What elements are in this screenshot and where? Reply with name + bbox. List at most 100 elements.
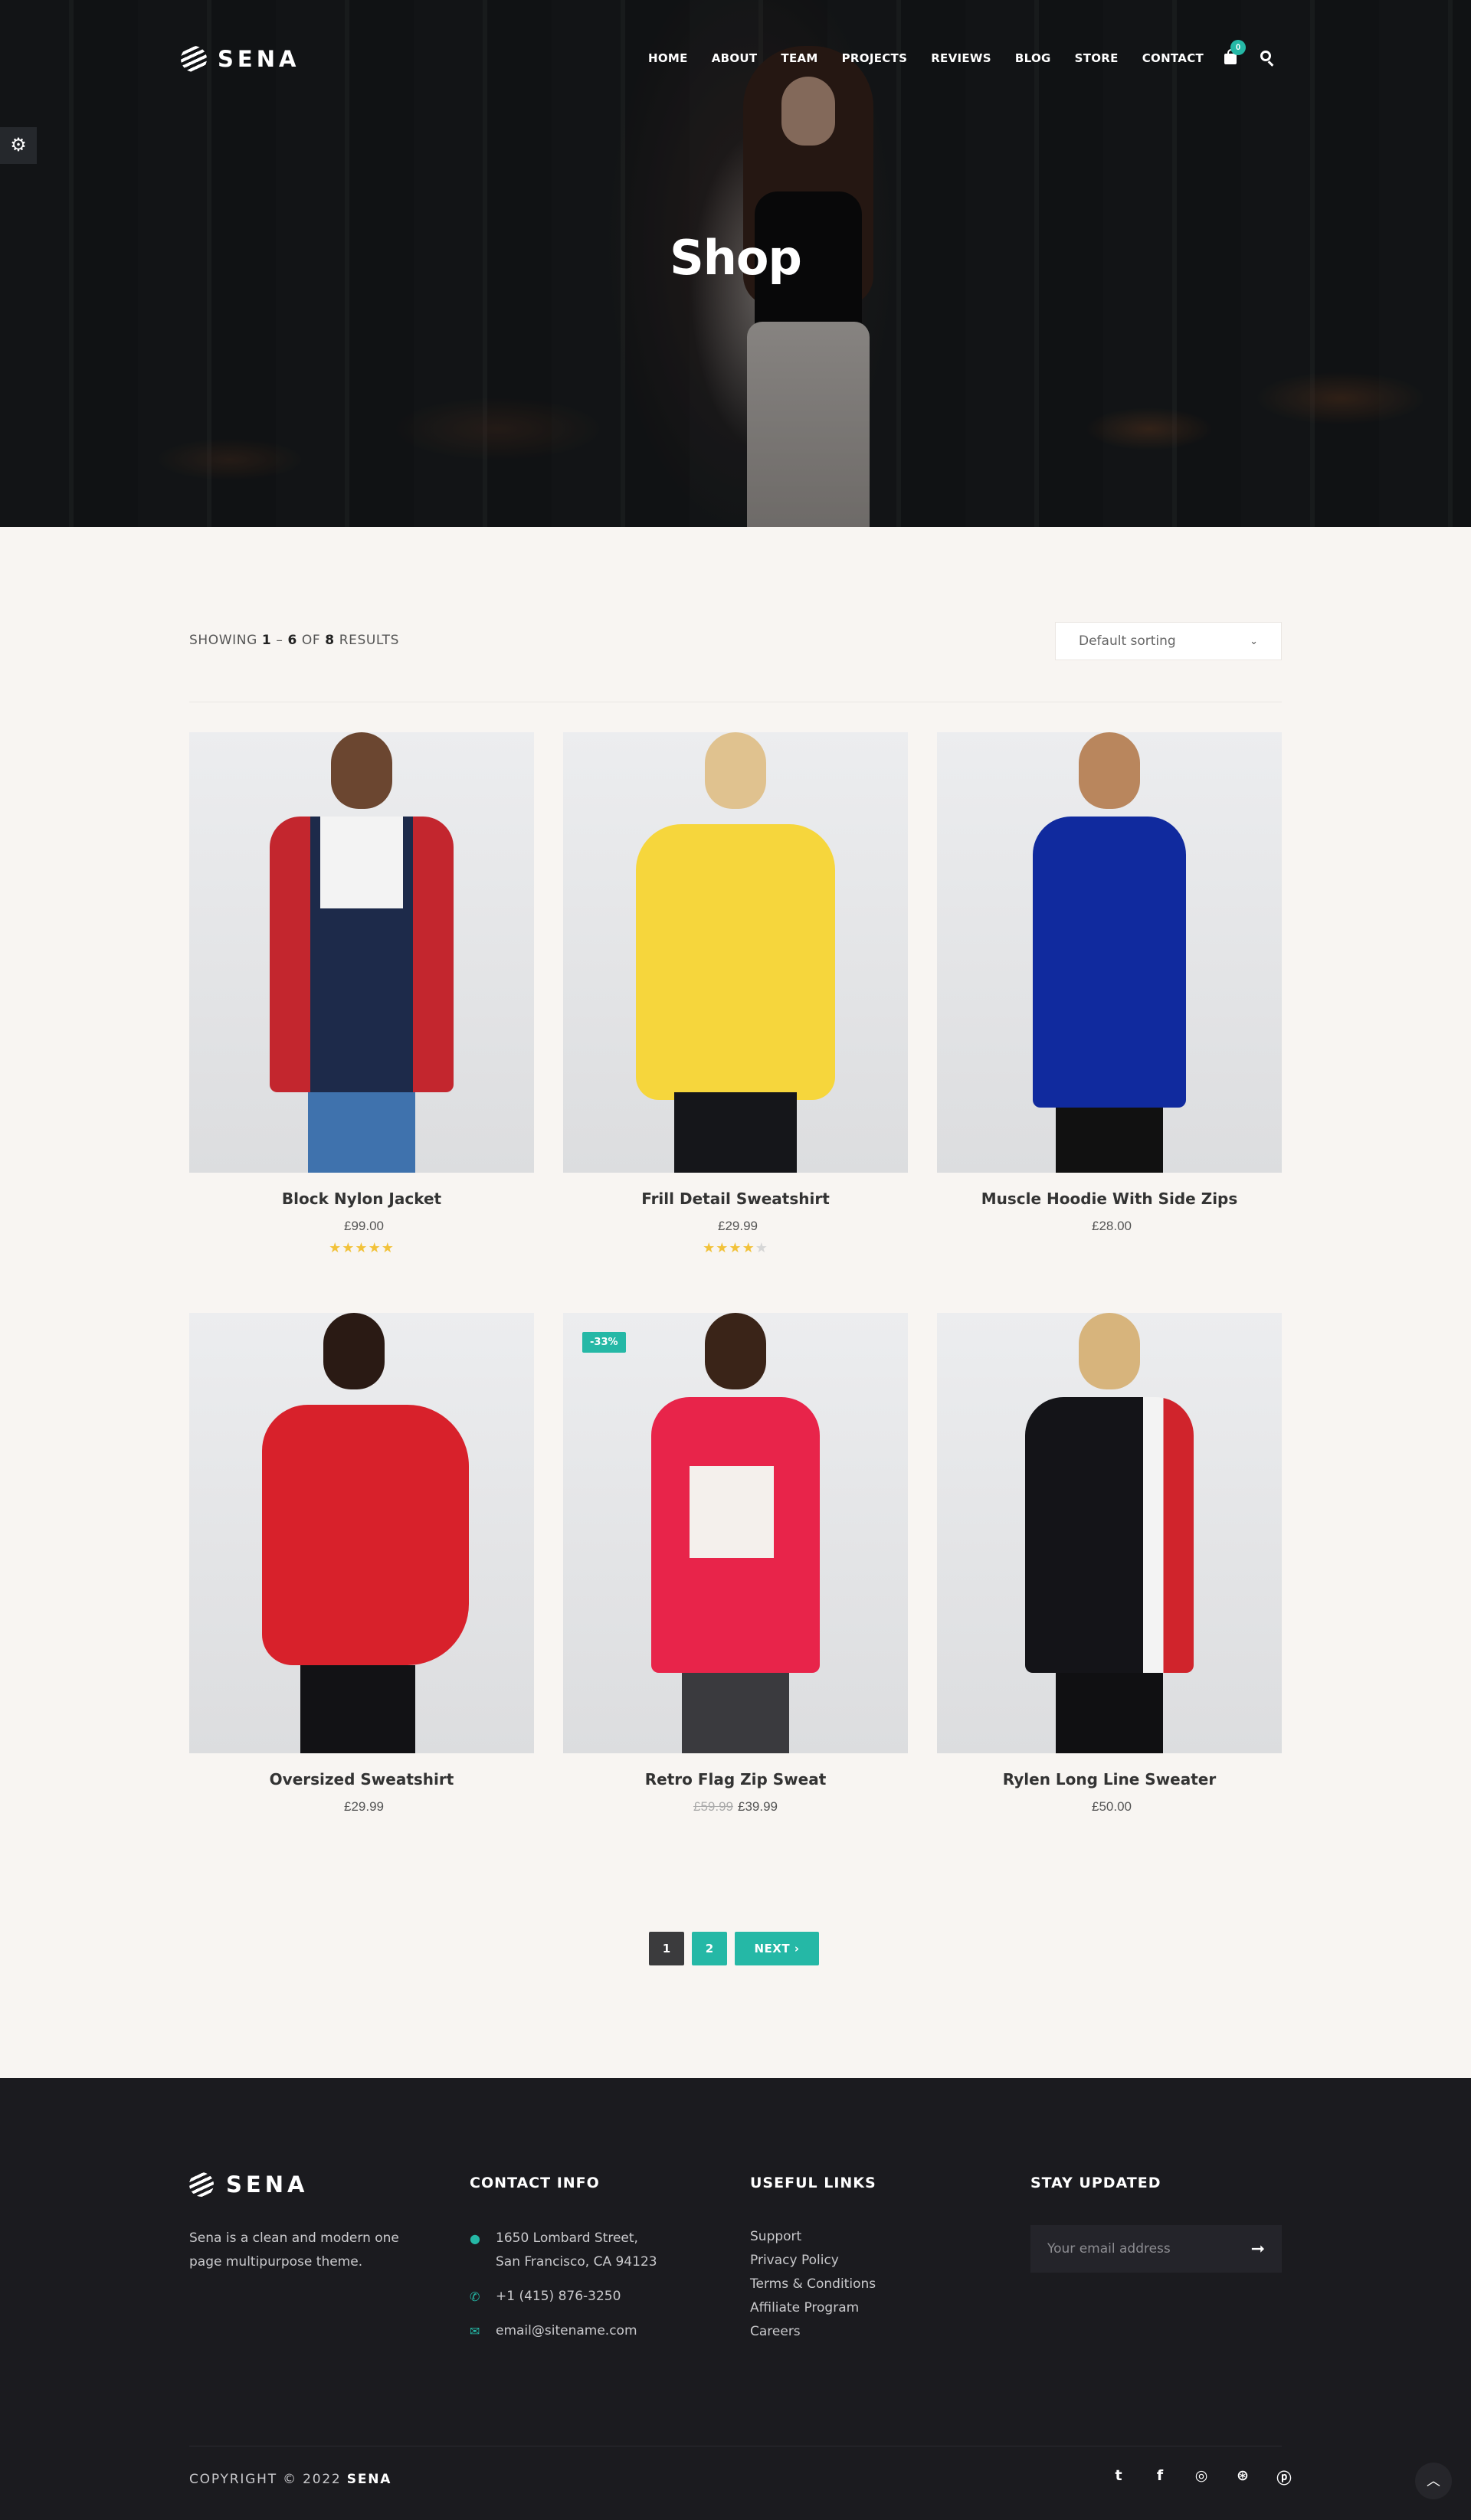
- product-price: £29.99: [563, 1219, 908, 1234]
- footer-link-affiliate[interactable]: Affiliate Program: [750, 2296, 876, 2320]
- product-card[interactable]: Block Nylon Jacket £99.00 ★★★★★: [189, 732, 534, 1256]
- product-price: £28.00: [937, 1219, 1282, 1234]
- nav-item-about[interactable]: ABOUT: [712, 51, 758, 65]
- address-line-2: San Francisco, CA 94123: [496, 2254, 657, 2270]
- result-of: OF: [301, 633, 321, 648]
- cart-button[interactable]: 0: [1223, 40, 1246, 67]
- page-2-button[interactable]: 2: [692, 1932, 727, 1965]
- product-current-price: £50.00: [1092, 1799, 1132, 1814]
- product-card[interactable]: Rylen Long Line Sweater £50.00: [937, 1313, 1282, 1821]
- dribbble-icon[interactable]: ⊛: [1222, 2467, 1263, 2488]
- product-rating: ★★★★★: [703, 1240, 768, 1255]
- envelope-icon: ✉: [470, 2324, 480, 2338]
- footer: SENA Sena is a clean and modern one page…: [0, 2078, 1471, 2520]
- footer-logo[interactable]: SENA: [189, 2171, 308, 2198]
- nav-item-reviews[interactable]: REVIEWS: [931, 51, 991, 65]
- product-price: £29.99: [189, 1799, 534, 1815]
- product-name[interactable]: Frill Detail Sweatshirt: [563, 1190, 908, 1208]
- pagination: 1 2 NEXT ›: [649, 1932, 819, 1965]
- settings-panel-toggle[interactable]: ⚙: [0, 127, 37, 164]
- product-rating: ★★★★★: [329, 1240, 395, 1255]
- product-price: £59.99 £39.99: [563, 1799, 908, 1815]
- page-title: Shop: [670, 230, 802, 286]
- search-button[interactable]: [1260, 51, 1276, 67]
- arrow-right-icon[interactable]: ➞: [1251, 2239, 1265, 2259]
- product-old-price: £59.99: [693, 1799, 733, 1814]
- product-image[interactable]: [937, 1313, 1282, 1753]
- contact-info-heading: CONTACT INFO: [470, 2175, 600, 2191]
- product-image[interactable]: [189, 1313, 534, 1753]
- nav-item-store[interactable]: STORE: [1075, 51, 1119, 65]
- pinterest-icon[interactable]: ⓟ: [1263, 2467, 1305, 2488]
- footer-link-terms[interactable]: Terms & Conditions: [750, 2273, 876, 2296]
- footer-link-privacy[interactable]: Privacy Policy: [750, 2249, 876, 2273]
- product-name[interactable]: Retro Flag Zip Sweat: [563, 1770, 908, 1789]
- cart-count-badge: 0: [1230, 40, 1246, 55]
- nav-item-team[interactable]: TEAM: [781, 51, 817, 65]
- sort-selected-value: Default sorting: [1079, 633, 1176, 649]
- facebook-icon[interactable]: f: [1139, 2467, 1181, 2488]
- footer-link-support[interactable]: Support: [750, 2225, 876, 2249]
- main-nav: HOME ABOUT TEAM PROJECTS REVIEWS BLOG ST…: [648, 51, 1227, 65]
- product-current-price: £39.99: [738, 1799, 778, 1814]
- product-current-price: £29.99: [718, 1219, 758, 1233]
- product-name[interactable]: Muscle Hoodie With Side Zips: [937, 1190, 1282, 1208]
- product-image[interactable]: [937, 732, 1282, 1173]
- product-name[interactable]: Rylen Long Line Sweater: [937, 1770, 1282, 1789]
- address-line-1: 1650 Lombard Street,: [496, 2230, 638, 2246]
- useful-links: Support Privacy Policy Terms & Condition…: [750, 2225, 876, 2344]
- footer-logo-text: SENA: [226, 2171, 309, 2198]
- footer-about-text: Sena is a clean and modern one page mult…: [189, 2230, 399, 2270]
- chevron-down-icon: ⌄: [1250, 635, 1258, 647]
- product-current-price: £99.00: [344, 1219, 384, 1233]
- nav-item-projects[interactable]: PROJECTS: [842, 51, 908, 65]
- logo-text: SENA: [218, 46, 300, 72]
- chevron-up-icon: ︿: [1427, 2473, 1440, 2489]
- footer-link-careers[interactable]: Careers: [750, 2320, 876, 2344]
- product-image[interactable]: [189, 732, 534, 1173]
- newsletter-form: ➞: [1030, 2225, 1282, 2273]
- social-links: t f ◎ ⊛ ⓟ: [1098, 2467, 1305, 2488]
- nav-item-home[interactable]: HOME: [648, 51, 688, 65]
- result-total: 8: [325, 633, 335, 648]
- page-1-button[interactable]: 1: [649, 1932, 684, 1965]
- settings-gear-icon: ⚙: [10, 135, 27, 155]
- scroll-to-top-button[interactable]: ︿: [1415, 2463, 1452, 2499]
- contact-info: ● 1650 Lombard Street, San Francisco, CA…: [470, 2227, 657, 2343]
- product-name[interactable]: Oversized Sweatshirt: [189, 1770, 534, 1789]
- product-current-price: £29.99: [344, 1799, 384, 1814]
- nav-item-contact[interactable]: CONTACT: [1142, 51, 1204, 65]
- product-price: £50.00: [937, 1799, 1282, 1815]
- newsletter-email-input[interactable]: [1047, 2241, 1231, 2257]
- result-count: SHOWING 1 – 6 OF 8 RESULTS: [189, 633, 399, 648]
- map-marker-icon: ●: [470, 2231, 480, 2246]
- chevron-right-icon: ›: [794, 1942, 800, 1955]
- result-range-sep: –: [276, 633, 283, 648]
- useful-links-heading: USEFUL LINKS: [750, 2175, 876, 2191]
- twitter-icon[interactable]: t: [1098, 2467, 1139, 2488]
- site-logo[interactable]: SENA: [181, 46, 300, 72]
- sort-select[interactable]: Default sorting ⌄: [1055, 622, 1282, 660]
- product-card[interactable]: Frill Detail Sweatshirt £29.99 ★★★★★: [563, 732, 908, 1256]
- cart-icon: [1224, 49, 1237, 64]
- result-range-start: 1: [261, 633, 272, 648]
- copyright-prefix: COPYRIGHT © 2022: [189, 2472, 342, 2487]
- product-image[interactable]: [563, 732, 908, 1173]
- contact-phone[interactable]: +1 (415) 876-3250: [496, 2285, 621, 2309]
- logo-mark-icon: [181, 46, 207, 72]
- nav-item-blog[interactable]: BLOG: [1015, 51, 1051, 65]
- product-current-price: £28.00: [1092, 1219, 1132, 1233]
- result-count-prefix: SHOWING: [189, 633, 257, 648]
- contact-email[interactable]: email@sitename.com: [496, 2319, 637, 2343]
- instagram-icon[interactable]: ◎: [1181, 2467, 1222, 2488]
- product-card[interactable]: Oversized Sweatshirt £29.99: [189, 1313, 534, 1821]
- newsletter-heading: STAY UPDATED: [1030, 2175, 1161, 2191]
- product-image[interactable]: -33%: [563, 1313, 908, 1753]
- product-card[interactable]: -33% Retro Flag Zip Sweat £59.99 £39.99: [563, 1313, 908, 1821]
- product-card[interactable]: Muscle Hoodie With Side Zips £28.00: [937, 732, 1282, 1240]
- product-name[interactable]: Block Nylon Jacket: [189, 1190, 534, 1208]
- next-page-button[interactable]: NEXT ›: [735, 1932, 819, 1965]
- phone-icon: ✆: [470, 2289, 480, 2304]
- next-label: NEXT: [754, 1942, 791, 1955]
- sale-badge: -33%: [582, 1332, 626, 1353]
